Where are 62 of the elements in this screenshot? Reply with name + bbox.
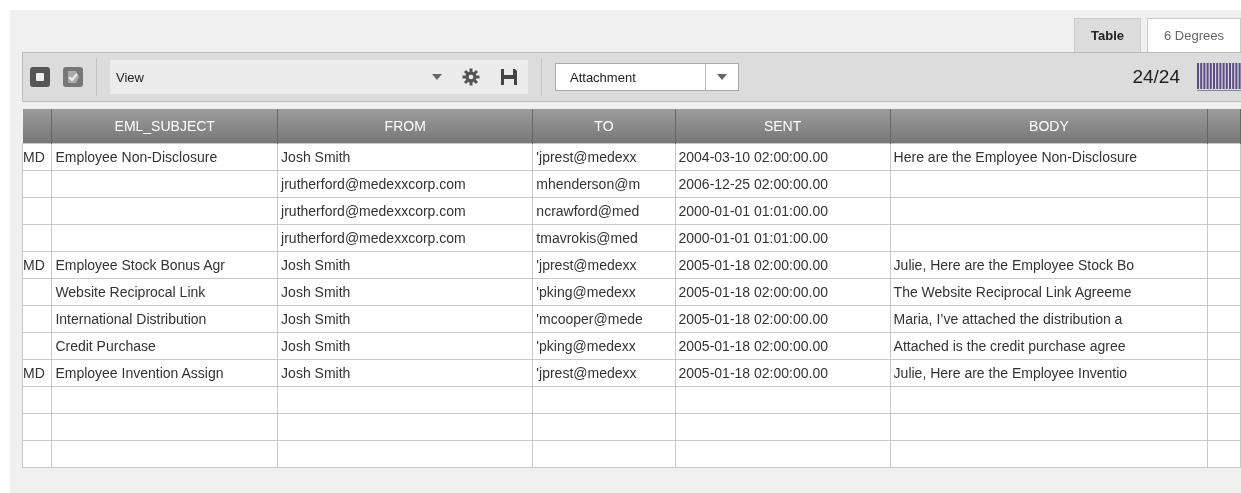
attachment-dropdown[interactable]: Attachment <box>555 63 739 91</box>
table-cell: 2006-12-25 02:00:00.00 <box>678 176 828 192</box>
table-cell: Julie, Here are the Employee Inventio <box>893 365 1128 381</box>
table-cell: 2000-01-01 01:01:00.00 <box>678 230 828 246</box>
column-header[interactable]: EML_SUBJECT <box>51 109 278 144</box>
table-cell: 'pking@medexx <box>536 338 636 354</box>
save-icon[interactable] <box>500 68 518 86</box>
table-cell: 'mcooper@mede <box>536 311 643 327</box>
table-cell: jrutherford@medexxcorp.com <box>281 203 466 219</box>
table-cell: Josh Smith <box>281 311 351 327</box>
column-header[interactable]: FROM <box>277 109 533 144</box>
table-cell: MD <box>23 365 45 381</box>
table-cell: Julie, Here are the Employee Stock Bo <box>893 257 1135 273</box>
table-cell: ncrawford@med <box>536 203 640 219</box>
table-cell: jrutherford@medexxcorp.com <box>281 230 466 246</box>
column-header[interactable] <box>1207 109 1241 144</box>
table-cell: 2005-01-18 02:00:00.00 <box>678 284 828 300</box>
table-cell: 'pking@medexx <box>536 284 636 300</box>
table-cell: Credit Purchase <box>55 338 156 354</box>
table-cell: Josh Smith <box>281 284 351 300</box>
column-header[interactable] <box>22 109 52 144</box>
bar-meter-drawing <box>1197 63 1241 91</box>
table-cell: tmavrokis@med <box>536 230 638 246</box>
table-cell: Employee Stock Bonus Agr <box>55 257 226 273</box>
table-cell: 2000-01-01 01:01:00.00 <box>678 203 828 219</box>
view-tab[interactable]: 6 Degrees <box>1147 18 1241 52</box>
table-cell: 'jprest@medexx <box>536 149 637 165</box>
view-tab[interactable]: Table <box>1074 18 1141 52</box>
table-cell: International Distribution <box>55 311 207 327</box>
stop-icon <box>30 67 50 87</box>
checkmark-icon <box>63 67 83 87</box>
table-cell: 2005-01-18 02:00:00.00 <box>678 338 828 354</box>
table-cell: 'jprest@medexx <box>536 257 637 273</box>
table-cell: 2005-01-18 02:00:00.00 <box>678 311 828 327</box>
table-cell: Josh Smith <box>281 257 351 273</box>
table-cell: Employee Non-Disclosure <box>55 149 218 165</box>
table-cell: jrutherford@medexxcorp.com <box>281 176 466 192</box>
record-count: 24/24 <box>1132 66 1180 88</box>
table-cell: Maria, I’ve attached the distribution a <box>893 311 1123 327</box>
table-cell: Attached is the credit purchase agree <box>893 338 1126 354</box>
table-cell: 2005-01-18 02:00:00.00 <box>678 365 828 381</box>
table-cell: MD <box>23 257 45 273</box>
caret-icon[interactable] <box>432 74 442 80</box>
table-cell: MD <box>23 149 45 165</box>
table-cell: Here are the Employee Non-Disclosure <box>893 149 1138 165</box>
table-cell: 2004-03-10 02:00:00.00 <box>678 149 828 165</box>
column-header[interactable]: TO <box>532 109 675 144</box>
caret-icon <box>717 74 727 80</box>
table-cell: Josh Smith <box>281 338 351 354</box>
column-header[interactable]: SENT <box>675 109 891 144</box>
column-header[interactable]: BODY <box>890 109 1208 144</box>
action-button[interactable] <box>63 67 83 87</box>
table-cell: 2005-01-18 02:00:00.00 <box>678 257 828 273</box>
table-cell: Josh Smith <box>281 365 351 381</box>
table-cell: 'jprest@medexx <box>536 365 637 381</box>
gear-icon[interactable] <box>462 68 480 86</box>
table-cell: Josh Smith <box>281 149 351 165</box>
table-cell: Website Reciprocal Link <box>55 284 206 300</box>
table-cell: The Website Reciprocal Link Agreeme <box>893 284 1132 300</box>
table-cell: Employee Invention Assign <box>55 365 224 381</box>
stop-button[interactable] <box>30 67 50 87</box>
table-cell: mhenderson@m <box>536 176 641 192</box>
